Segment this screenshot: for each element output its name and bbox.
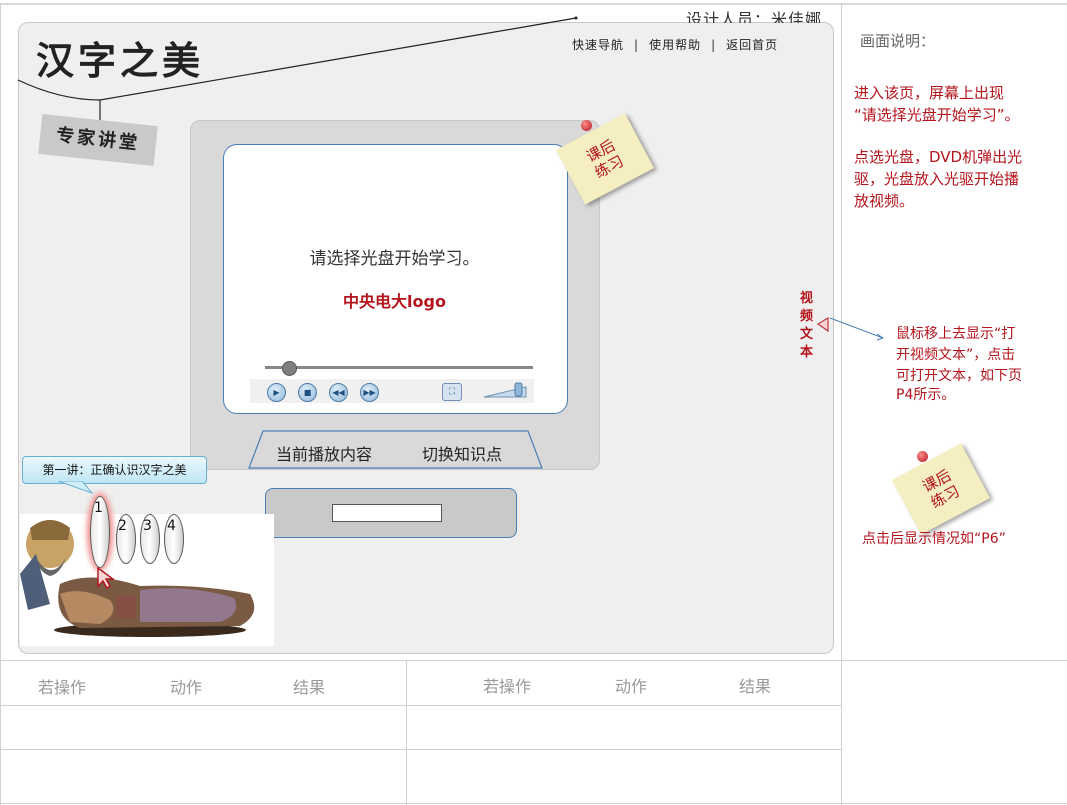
nav-separator: | xyxy=(634,38,640,52)
note-intro-line2: “请选择光盘开始学习”。 xyxy=(854,106,1020,124)
progress-track[interactable] xyxy=(265,366,533,369)
table-row-border xyxy=(0,749,841,750)
exercise-note-sample[interactable]: 课后 练习 xyxy=(892,443,990,535)
disc-label-3: 3 xyxy=(143,518,152,534)
disc-label-1: 1 xyxy=(94,500,103,516)
top-navigation: 快速导航 | 使用帮助 | 返回首页 xyxy=(572,36,778,53)
lower-text-field[interactable] xyxy=(332,504,442,522)
exercise-sticky-note[interactable]: 课后 练习 xyxy=(556,113,654,205)
nav-help[interactable]: 使用帮助 xyxy=(649,38,701,52)
header-action-right: 动作 xyxy=(615,677,648,696)
table-bottom-border xyxy=(0,803,1067,804)
hover-note-line1: 鼠标移上去显示“打 xyxy=(896,326,1016,342)
header-if-operation-right: 若操作 xyxy=(483,677,532,696)
note-intro-line1: 进入该页，屏幕上出现 xyxy=(854,84,1005,102)
header-result: 结果 xyxy=(293,678,326,697)
note-disc-line1: 点选光盘，DVD机弹出光 xyxy=(854,148,1023,166)
tab-current-playing[interactable]: 当前播放内容 xyxy=(276,441,372,465)
pushpin-icon xyxy=(581,120,592,131)
nav-home[interactable]: 返回首页 xyxy=(726,38,778,52)
disc-label-2: 2 xyxy=(118,518,127,534)
right-divider xyxy=(841,3,842,805)
hover-note-line3: 可打开文本，如下页 xyxy=(896,368,1022,384)
select-disc-prompt: 请选择光盘开始学习。 xyxy=(309,249,480,269)
tab-switch-knowledge-point[interactable]: 切换知识点 xyxy=(422,441,502,465)
play-icon[interactable]: ▶ xyxy=(267,383,286,402)
hover-note-line2: 开视频文本”，点击 xyxy=(896,347,1016,363)
hover-note-line4: P4所示。 xyxy=(896,387,956,403)
header-result-right: 结果 xyxy=(739,677,772,696)
exercise-caption: 点击后显示情况如“P6” xyxy=(862,531,1006,547)
hanging-line-decoration xyxy=(17,16,578,124)
lecture-title-callout: 第一讲：正确认识汉字之美 xyxy=(22,456,207,484)
notes-title: 画面说明： xyxy=(860,32,936,50)
header-action: 动作 xyxy=(170,678,203,697)
pushpin-icon xyxy=(917,451,928,462)
volume-slider[interactable] xyxy=(482,381,528,399)
university-logo-placeholder: 中央电大logo xyxy=(343,292,446,311)
designer-credit: 设计人员：米佳娜 xyxy=(686,10,823,23)
callout-pointer xyxy=(58,481,94,495)
hover-arrow xyxy=(817,317,885,341)
nav-separator: | xyxy=(711,38,717,52)
table-row-border xyxy=(0,705,841,706)
disc-label-4: 4 xyxy=(167,518,176,534)
rewind-icon[interactable]: ◀◀ xyxy=(329,383,348,402)
video-screen[interactable] xyxy=(223,144,568,414)
note-disc-line3: 放视频。 xyxy=(854,192,915,210)
cursor-arrow-icon xyxy=(97,566,116,589)
header-if-operation: 若操作 xyxy=(38,678,87,697)
video-text-link[interactable]: 视频文本 xyxy=(800,290,814,362)
note-disc-line2: 驱，光盘放入光驱开始播 xyxy=(854,170,1020,188)
fullscreen-icon[interactable]: ⛶ xyxy=(442,383,462,401)
stop-icon[interactable]: ■ xyxy=(298,383,317,402)
exercise-sticky-note-sample[interactable]: 课后 练习 xyxy=(892,443,990,535)
table-top-border xyxy=(0,660,1067,661)
table-mid-divider xyxy=(406,660,407,805)
forward-icon[interactable]: ▶▶ xyxy=(360,383,379,402)
